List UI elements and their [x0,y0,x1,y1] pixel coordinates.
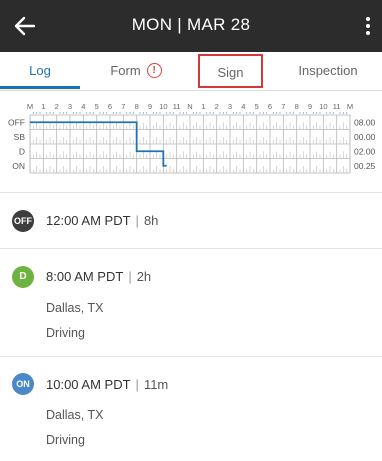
entry-separator: | [128,269,132,284]
graph-hour-label: 8 [295,102,299,111]
graph-row-total: 08.00 [354,117,376,127]
graph-hour-label: 6 [268,102,272,111]
graph-hour-label: 11 [333,102,341,111]
graph-hour-label: 9 [148,102,152,111]
status-badge-on-duty: ON [12,373,34,395]
graph-hour-label: 5 [95,102,99,111]
page-title: MON | MAR 28 [131,15,251,34]
tab-log-label: Log [29,63,51,78]
status-badge-off: OFF [12,210,34,232]
tab-bar: Log Form! Sign Inspection [0,52,382,91]
graph-hour-label: 4 [81,102,85,111]
graph-hour-label: 7 [281,102,285,111]
graph-hour-label: 7 [121,102,125,111]
graph-row-label: OFF [8,117,25,127]
log-entry-on-duty[interactable]: ON 10:00 AM PDT | 11m Dallas, TX Driving [0,357,382,461]
graph-hour-label: 11 [173,102,181,111]
status-badge-driving: D [12,266,34,288]
entry-note: Driving [46,326,85,340]
graph-hour-label: 3 [228,102,232,111]
active-tab-indicator [0,86,80,89]
entry-time-value: 10:00 AM PDT [46,377,131,392]
tab-inspection-label: Inspection [298,63,358,78]
entry-time: 12:00 AM PDT | 8h [46,213,158,228]
graph-hour-label: 1 [41,102,45,111]
entry-location: Dallas, TX [46,408,104,422]
warning-icon: ! [146,63,162,79]
entry-location: Dallas, TX [46,301,104,315]
graph-hour-label: 10 [159,102,167,111]
graph-row-total: 00.25 [354,161,376,171]
graph-row-label: SB [14,132,26,142]
tab-form[interactable]: Form! [96,52,176,90]
graph-hour-label: 3 [68,102,72,111]
graph-hour-label: 9 [308,102,312,111]
tab-sign[interactable]: Sign [198,54,263,88]
tab-inspection[interactable]: Inspection [282,52,374,90]
log-entry-driving[interactable]: D 8:00 AM PDT | 2h Dallas, TX Driving [0,249,382,355]
entry-duration: 2h [136,269,152,284]
entry-separator: | [135,377,139,392]
graph-row-total: 00.00 [354,132,376,142]
graph-hour-label: 4 [241,102,245,111]
graph-hour-label: 8 [135,102,139,111]
graph-hour-label: 6 [108,102,112,111]
tab-form-label: Form [110,63,141,78]
graph-hour-label: N [187,102,192,111]
more-vert-icon[interactable] [362,14,374,38]
graph-row-label: D [19,146,25,156]
graph-hour-label: 5 [255,102,259,111]
graph-hour-label: 2 [55,102,59,111]
graph-hour-label: 2 [215,102,219,111]
hos-log-graph: M 1 2 3 4 5 6 7 8 9 10 11 N 1 2 3 4 5 6 7 8 9 10 11 MOFF 08.00SB 0… [8,102,376,174]
app-bar: MON | MAR 28 [0,0,382,52]
graph-hour-label: M [347,102,353,111]
entry-note: Driving [46,433,85,447]
log-entry-off[interactable]: OFF 12:00 AM PDT | 8h [0,192,382,248]
entry-time: 8:00 AM PDT | 2h [46,269,151,284]
graph-hour-label: 10 [319,102,327,111]
tab-sign-label: Sign [217,65,244,80]
entry-time-value: 8:00 AM PDT [46,269,124,284]
entry-separator: | [135,213,139,228]
tab-log[interactable]: Log [0,52,80,90]
graph-row-label: ON [12,161,25,171]
entry-time: 10:00 AM PDT | 11m [46,377,168,392]
entry-time-value: 12:00 AM PDT [46,213,131,228]
graph-row-total: 02.00 [354,146,376,156]
graph-hour-label: 1 [201,102,205,111]
graph-hour-label: M [27,102,33,111]
entry-duration: 11m [143,377,169,392]
entry-duration: 8h [143,213,159,228]
